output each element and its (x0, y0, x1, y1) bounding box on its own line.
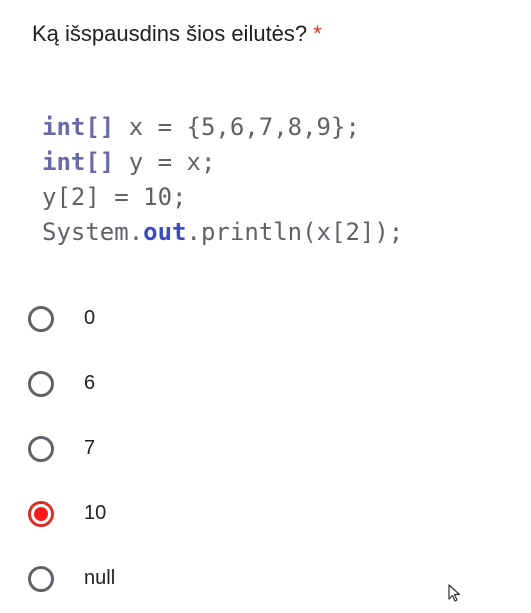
code-line-2: int[] y = x; (42, 145, 403, 180)
option-null[interactable]: null (28, 546, 488, 611)
code-line-1: int[] x = {5,6,7,8,9}; (42, 110, 403, 145)
radio-button[interactable] (28, 370, 54, 397)
option-label: null (84, 567, 116, 589)
radio-button-selected[interactable] (28, 500, 54, 527)
answer-options: 0 6 7 10 null (28, 286, 488, 611)
code-text: System. (42, 218, 144, 246)
required-asterisk: * (313, 21, 322, 46)
option-7[interactable]: 7 (28, 416, 488, 481)
code-field: out (143, 218, 187, 246)
radio-button[interactable] (28, 435, 54, 462)
option-label: 0 (84, 307, 96, 329)
code-text: y = x; (114, 148, 216, 176)
code-snippet: int[] x = {5,6,7,8,9}; int[] y = x; y[2] =… (42, 110, 403, 250)
option-10[interactable]: 10 (28, 481, 488, 546)
question-title: Ką išspausdins šios eilutės? * (32, 18, 322, 50)
option-0[interactable]: 0 (28, 286, 488, 351)
option-label: 6 (84, 372, 96, 394)
code-keyword: int[] (42, 148, 115, 176)
option-label: 7 (84, 437, 96, 459)
option-label: 10 (84, 502, 107, 524)
code-text: x = {5,6,7,8,9}; (114, 113, 360, 141)
question-text: Ką išspausdins šios eilutės? (32, 21, 308, 46)
radio-button[interactable] (28, 305, 54, 332)
mouse-pointer-icon (448, 584, 461, 602)
code-line-4: System.out.println(x[2]); (42, 215, 403, 250)
code-keyword: int[] (42, 113, 115, 141)
code-text: .println(x[2]); (186, 218, 404, 246)
code-line-3: y[2] = 10; (42, 183, 187, 211)
option-6[interactable]: 6 (28, 351, 488, 416)
radio-button[interactable] (28, 565, 54, 592)
